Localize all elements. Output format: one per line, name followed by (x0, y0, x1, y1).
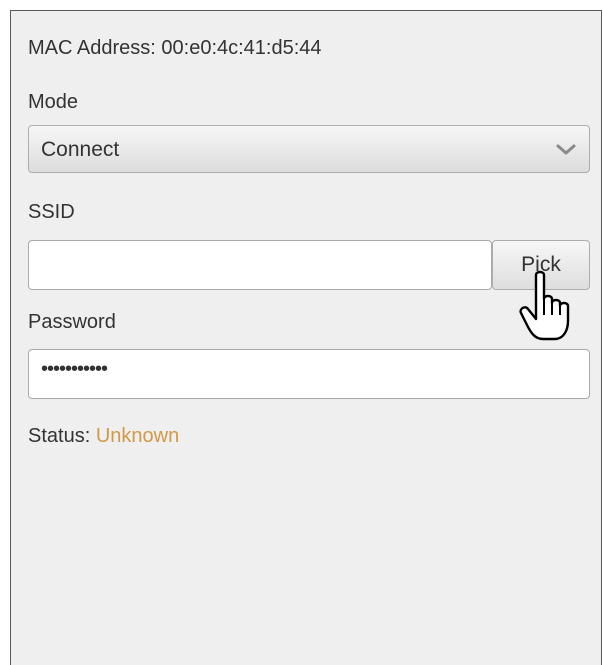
chevron-down-icon (556, 144, 576, 155)
password-label: Password (28, 311, 116, 333)
status-value: Unknown (95, 425, 180, 447)
password-masked-value: ••••••••••• (41, 358, 108, 380)
mode-label: Mode (28, 91, 79, 113)
ssid-label: SSID (28, 201, 75, 223)
password-input[interactable]: ••••••••••• (28, 349, 590, 399)
mode-selected-value: Connect (41, 138, 120, 161)
status-row: Status: Unknown (28, 425, 179, 448)
status-label: Status: (28, 425, 91, 447)
mode-select[interactable]: Connect (28, 125, 590, 173)
pick-button[interactable]: Pick (492, 240, 590, 290)
mac-address-value: 00:e0:4c:41:d5:44 (161, 37, 322, 59)
network-settings-panel: MAC Address: 00:e0:4c:41:d5:44 Mode Conn… (10, 10, 602, 665)
ssid-input[interactable] (28, 240, 492, 290)
mac-address-label: MAC Address: (28, 37, 156, 59)
mac-address-row: MAC Address: 00:e0:4c:41:d5:44 (28, 37, 322, 60)
